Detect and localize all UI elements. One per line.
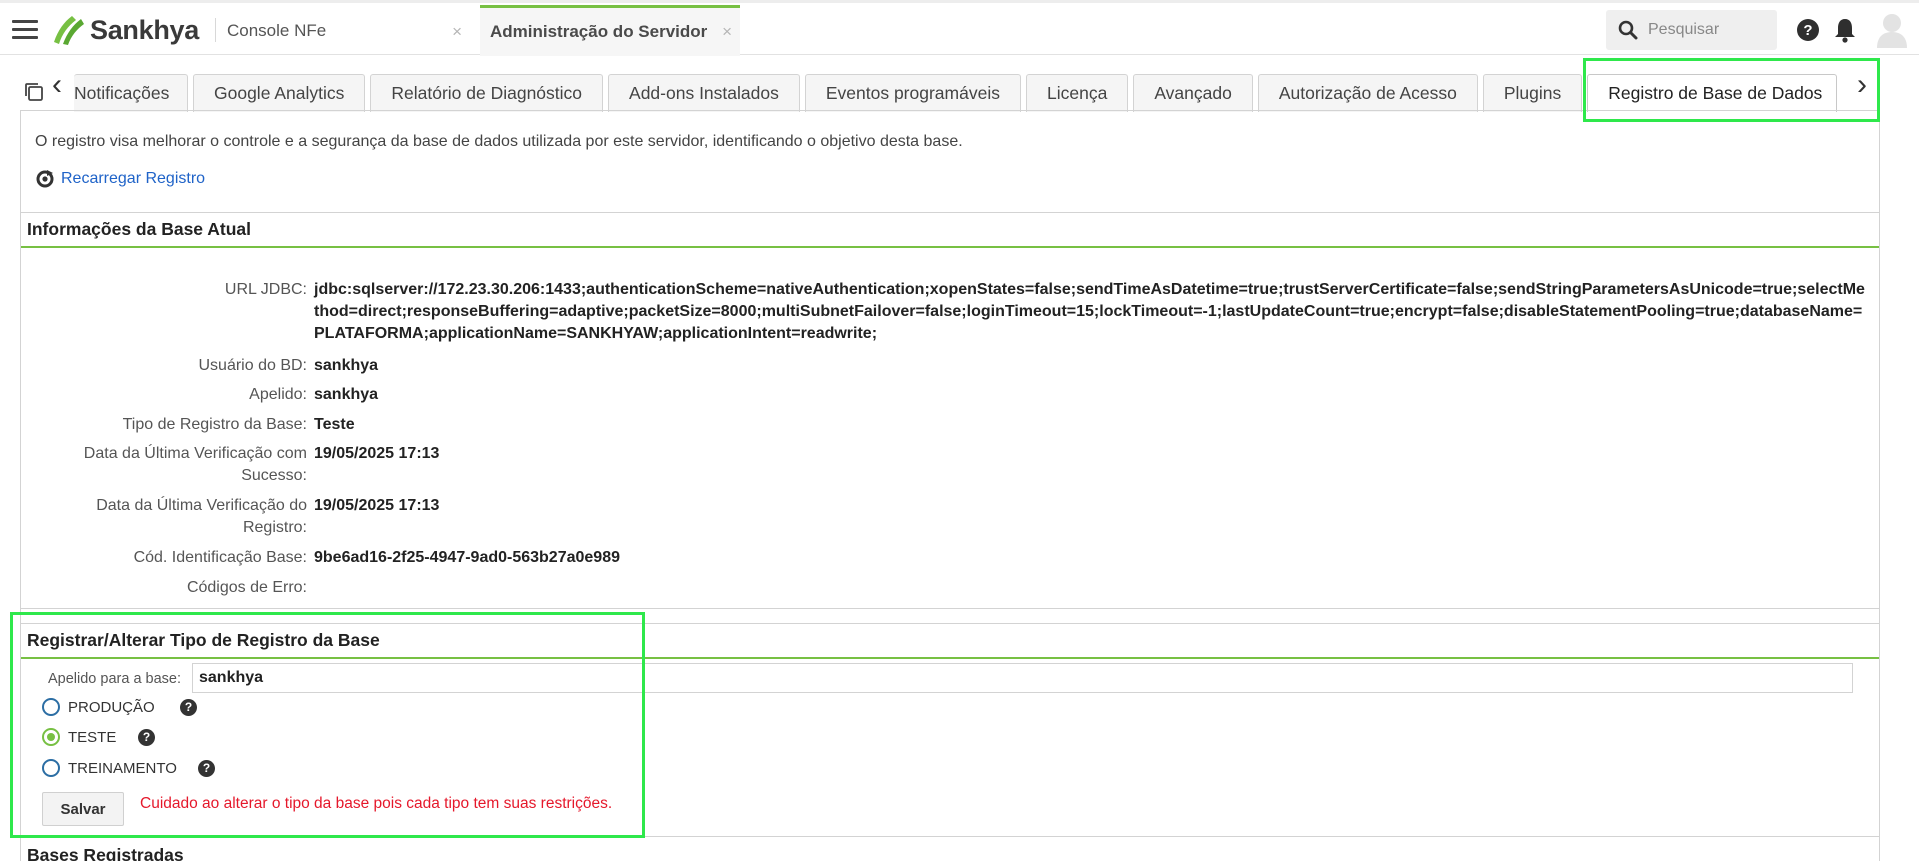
close-icon[interactable]: × (452, 22, 462, 42)
reload-registro-link[interactable]: Recarregar Registro (35, 169, 205, 189)
tabs-next-icon[interactable]: › (1857, 70, 1867, 100)
field-label: Tipo de Registro da Base: (122, 416, 307, 433)
tab-add-ons-instalados[interactable]: Add-ons Instalados (608, 74, 800, 112)
register-section-title: Registrar/Alterar Tipo de Registro da Ba… (21, 623, 1879, 659)
field-label: Códigos de Erro: (186, 579, 307, 596)
app-tab-administracao-servidor[interactable]: Administração do Servidor × (480, 5, 740, 56)
radio-button[interactable] (42, 728, 60, 746)
brand-name: Sankhya (90, 14, 199, 45)
field-value: 9be6ad16-2f25-4947-9ad0-563b27a0e989 (314, 549, 620, 566)
app-tab-label: Administração do Servidor (490, 22, 708, 41)
search-icon (1618, 20, 1638, 40)
field-value: 19/05/2025 17:13 (314, 497, 440, 514)
field-label: Data da Última Verificação com Sucesso: (83, 445, 307, 484)
radio-label: PRODUÇÃO (68, 698, 155, 716)
radio-label: TESTE (68, 728, 117, 746)
content-panel: O registro visa melhorar o controle e a … (20, 111, 1880, 861)
help-icon[interactable]: ? (138, 728, 155, 746)
svg-text:?: ? (1803, 22, 1812, 39)
field-value: Teste (314, 416, 355, 433)
app-tab-console-nfe[interactable]: Console NFe × (227, 5, 470, 56)
alias-label: Apelido para a base: (48, 671, 182, 687)
section-divider (21, 608, 1879, 609)
current-base-section-title: Informações da Base Atual (21, 212, 1879, 248)
tab-licenca[interactable]: Licença (1025, 74, 1129, 112)
intro-text: O registro visa melhorar o controle e a … (35, 133, 963, 150)
close-icon[interactable]: × (722, 22, 732, 42)
field-value: sankhya (314, 386, 379, 403)
top-bar: Sankhya Console NFe × Administração do S… (0, 0, 1919, 56)
tabs-row: Notificações Google Analytics Relatório … (74, 74, 1840, 112)
search-box[interactable] (1606, 10, 1777, 50)
tabs-viewport: Notificações Google Analytics Relatório … (74, 74, 1840, 112)
sankhya-logo[interactable]: Sankhya (50, 13, 199, 47)
tab-plugins[interactable]: Plugins (1482, 74, 1583, 112)
field-value: jdbc:sqlserver://172.23.30.206:1433;auth… (314, 281, 1865, 342)
radio-label: TREINAMENTO (68, 759, 177, 777)
field-value: sankhya (314, 357, 379, 374)
tab-eventos-programaveis[interactable]: Eventos programáveis (804, 74, 1021, 112)
radio-button[interactable] (42, 759, 60, 777)
field-label: URL JDBC: (224, 281, 307, 298)
reload-icon (36, 170, 54, 188)
tab-autorizacao-acesso[interactable]: Autorização de Acesso (1257, 74, 1478, 112)
field-label: Usuário do BD: (198, 357, 308, 374)
radio-treinamento[interactable]: TREINAMENTO ? (42, 759, 215, 777)
tabs-prev-icon[interactable]: ‹ (52, 70, 62, 100)
alias-input[interactable] (192, 663, 1853, 693)
hamburger-menu-icon[interactable] (12, 20, 38, 40)
reload-label: Recarregar Registro (61, 170, 206, 187)
sankhya-logo-icon (54, 16, 84, 45)
search-input[interactable] (1648, 21, 1768, 39)
help-icon[interactable]: ? (1796, 18, 1820, 47)
tab-google-analytics[interactable]: Google Analytics (193, 74, 366, 112)
registered-bases-section-title: Bases Registradas (21, 836, 1879, 861)
tab-registro-base-dados[interactable]: Registro de Base de Dados (1587, 74, 1838, 112)
settings-tab-strip: ‹ Notificações Google Analytics Relatóri… (0, 70, 1919, 112)
field-label: Cód. Identificação Base: (133, 549, 307, 566)
tab-notificacoes[interactable]: Notificações (74, 74, 188, 112)
header-divider (215, 18, 216, 42)
bell-icon[interactable] (1834, 17, 1856, 48)
copy-icon[interactable] (24, 82, 44, 107)
radio-producao[interactable]: PRODUÇÃO ? (42, 698, 197, 716)
save-button[interactable]: Salvar (42, 792, 124, 826)
field-value: 19/05/2025 17:13 (314, 445, 440, 462)
warning-text: Cuidado ao alterar o tipo da base pois c… (140, 795, 613, 812)
app-tab-label: Console NFe (227, 20, 327, 40)
tab-avancado[interactable]: Avançado (1133, 74, 1253, 112)
field-label: Apelido: (249, 386, 307, 403)
radio-teste[interactable]: TESTE ? (42, 728, 155, 746)
help-icon[interactable]: ? (198, 759, 215, 777)
help-icon[interactable]: ? (180, 698, 197, 716)
user-avatar-icon[interactable] (1876, 12, 1908, 53)
radio-button[interactable] (42, 698, 60, 716)
tab-relatorio-diagnostico[interactable]: Relatório de Diagnóstico (370, 74, 604, 112)
field-label: Data da Última Verificação do Registro: (96, 497, 307, 536)
